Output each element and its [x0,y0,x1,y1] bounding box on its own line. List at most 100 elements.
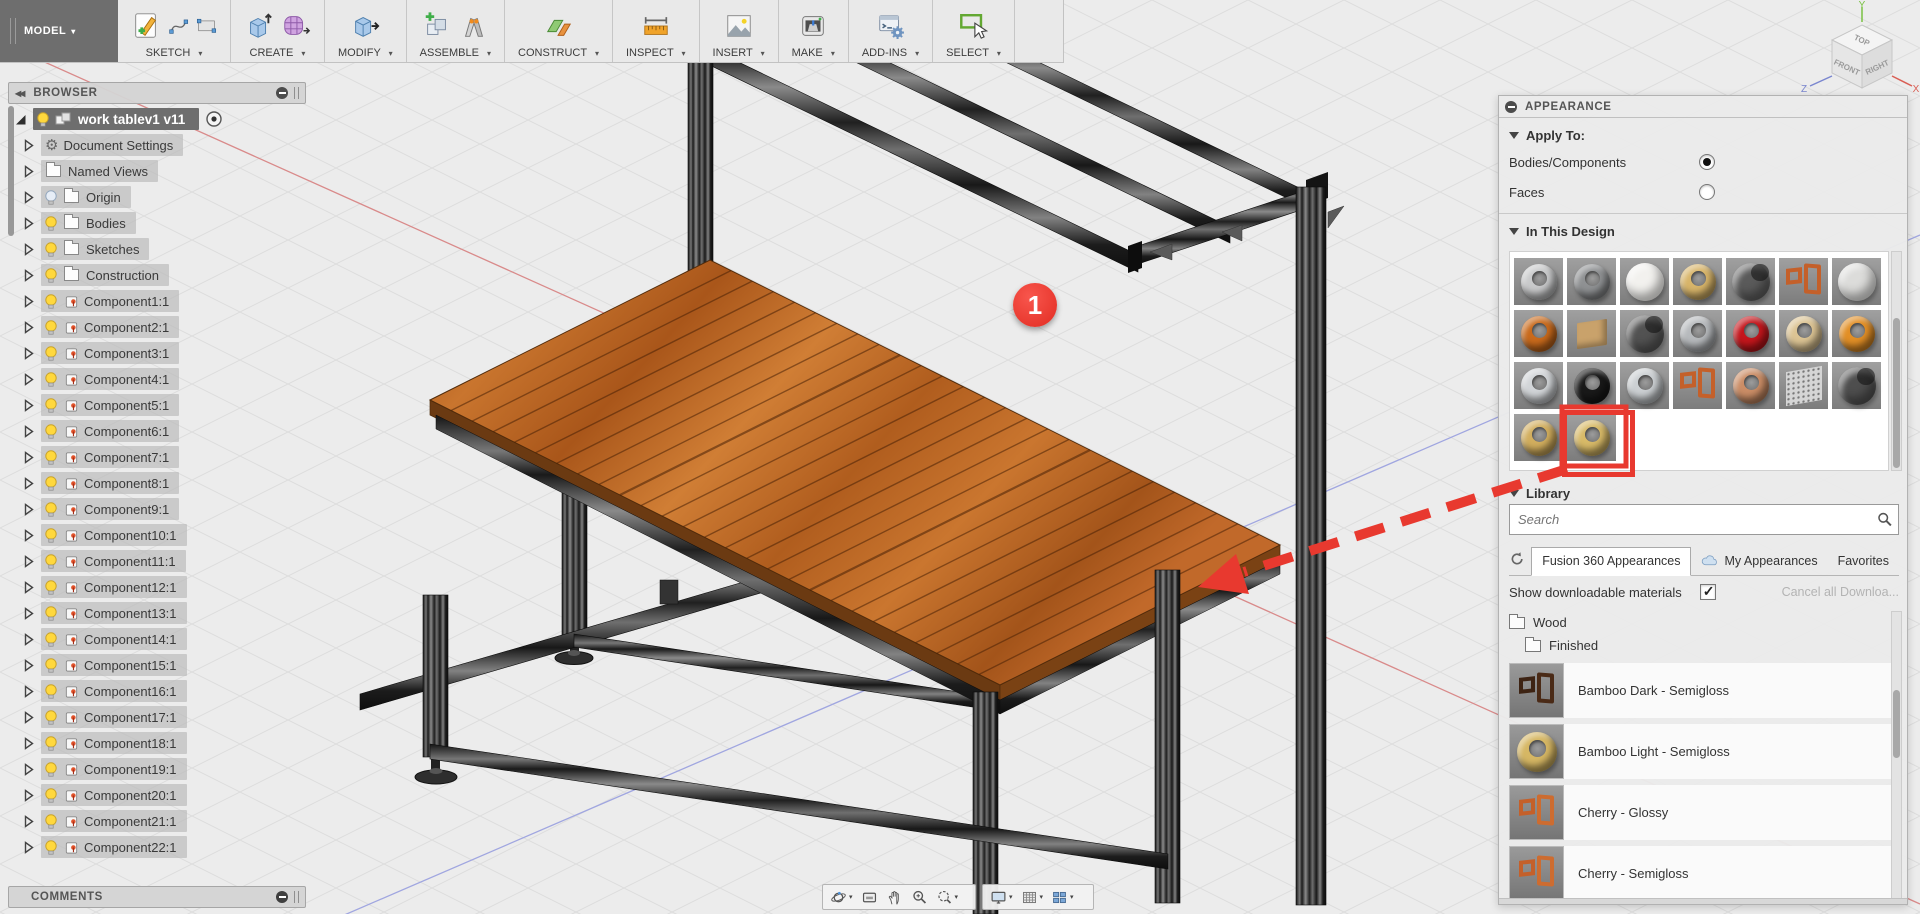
toolbar-menu-add-ins[interactable]: ADD-INS ▾ [862,47,919,59]
design-swatch[interactable] [1832,258,1881,305]
expander-closed-icon[interactable] [22,191,35,204]
browser-item-component7-1[interactable]: Component7:1 [8,444,306,470]
press-pull-icon[interactable] [350,11,380,41]
rectangle-icon[interactable] [196,15,217,36]
panel-drag-handle[interactable] [294,891,299,903]
browser-item-component2-1[interactable]: Component2:1 [8,314,306,340]
expander-closed-icon[interactable] [22,581,35,594]
browser-item-component4-1[interactable]: Component4:1 [8,366,306,392]
in-this-design-section-header[interactable]: In This Design [1499,214,1907,243]
new-component-icon[interactable] [422,11,452,41]
browser-scrollbar[interactable] [8,106,14,236]
toolbar-menu-inspect[interactable]: INSPECT ▾ [626,47,686,59]
browser-item-component19-1[interactable]: Component19:1 [8,756,306,782]
look-at-button[interactable] [858,886,881,908]
design-swatch[interactable] [1567,258,1616,305]
browser-item-component20-1[interactable]: Component20:1 [8,782,306,808]
browser-item-component16-1[interactable]: Component16:1 [8,678,306,704]
material-cherry-glossy[interactable]: Cherry - Glossy [1509,785,1899,840]
expander-closed-icon[interactable] [22,659,35,672]
browser-item-component5-1[interactable]: Component5:1 [8,392,306,418]
browser-item-component10-1[interactable]: Component10:1 [8,522,306,548]
design-swatch[interactable] [1514,414,1563,461]
expander-closed-icon[interactable] [22,789,35,802]
visibility-bulb-icon[interactable] [44,709,58,726]
material-bamboo-light-semigloss[interactable]: Bamboo Light - Semigloss [1509,724,1899,779]
orbit-button[interactable]: ▾ [827,886,856,908]
visibility-bulb-icon[interactable] [44,371,58,388]
grid-settings-button[interactable]: ▾ [1018,886,1047,908]
design-swatch[interactable] [1673,258,1722,305]
visibility-bulb-icon[interactable] [36,111,50,128]
expander-closed-icon[interactable] [22,451,35,464]
toolbar-menu-construct[interactable]: CONSTRUCT ▾ [518,47,599,59]
visibility-bulb-icon[interactable] [44,319,58,336]
expander-closed-icon[interactable] [22,607,35,620]
zoom-window-button[interactable]: ▾ [933,886,962,908]
expander-closed-icon[interactable] [22,217,35,230]
design-swatch[interactable] [1726,310,1775,357]
browser-item-component3-1[interactable]: Component3:1 [8,340,306,366]
design-swatch[interactable] [1620,362,1669,409]
expander-closed-icon[interactable] [22,711,35,724]
3d-print-icon[interactable] [798,11,828,41]
expander-closed-icon[interactable] [22,529,35,542]
visibility-bulb-icon[interactable] [44,423,58,440]
radio-button[interactable] [1699,184,1715,200]
expander-closed-icon[interactable] [22,425,35,438]
browser-item-component15-1[interactable]: Component15:1 [8,652,306,678]
browser-item-component6-1[interactable]: Component6:1 [8,418,306,444]
browser-item-document-settings[interactable]: ⚙Document Settings [8,132,306,158]
browser-item-component22-1[interactable]: Component22:1 [8,834,306,860]
browser-item-component8-1[interactable]: Component8:1 [8,470,306,496]
toolbar-menu-assemble[interactable]: ASSEMBLE ▾ [420,47,491,59]
expander-closed-icon[interactable] [22,477,35,490]
visibility-bulb-icon[interactable] [44,735,58,752]
material-bamboo-dark-semigloss[interactable]: Bamboo Dark - Semigloss [1509,663,1899,718]
visibility-bulb-icon[interactable] [44,215,58,232]
design-swatch[interactable] [1779,362,1828,409]
browser-item-component13-1[interactable]: Component13:1 [8,600,306,626]
toolbar-menu-select[interactable]: SELECT ▾ [946,47,1001,59]
design-swatch[interactable] [1779,310,1828,357]
expander-closed-icon[interactable] [22,269,35,282]
expander-closed-icon[interactable] [22,685,35,698]
toolbar-grip-icon[interactable] [10,18,16,44]
browser-item-component14-1[interactable]: Component14:1 [8,626,306,652]
design-swatch-selected[interactable] [1567,414,1616,461]
browser-item-component9-1[interactable]: Component9:1 [8,496,306,522]
radio-button[interactable] [1699,154,1715,170]
browser-item-component21-1[interactable]: Component21:1 [8,808,306,834]
expander-closed-icon[interactable] [22,503,35,516]
pan-button[interactable] [883,886,906,908]
joint-icon[interactable] [459,11,489,41]
toolbar-menu-modify[interactable]: MODIFY ▾ [338,47,393,59]
design-swatch[interactable] [1673,310,1722,357]
expander-closed-icon[interactable] [22,165,35,178]
search-input[interactable] [1509,504,1899,535]
design-swatch[interactable] [1567,310,1616,357]
select-icon[interactable] [958,11,988,41]
create-sketch-icon[interactable] [131,11,161,41]
expander-closed-icon[interactable] [22,139,35,152]
expander-closed-icon[interactable] [22,399,35,412]
visibility-bulb-icon[interactable] [44,683,58,700]
collapse-panel-icon[interactable]: ◀◀ [15,89,23,98]
toolbar-menu-make[interactable]: MAKE ▾ [792,47,835,59]
browser-item-named-views[interactable]: Named Views [8,158,306,184]
comments-header[interactable]: COMMENTS [8,886,306,908]
library-folder-finished[interactable]: Finished [1509,634,1899,657]
expander-closed-icon[interactable] [22,841,35,854]
visibility-bulb-icon[interactable] [44,267,58,284]
panel-resize-edge[interactable] [1499,898,1907,904]
visibility-bulb-icon[interactable] [44,345,58,362]
browser-item-component1-1[interactable]: Component1:1 [8,288,306,314]
extrude-icon[interactable] [244,11,274,41]
expander-open-icon[interactable] [14,113,27,126]
activate-component-radio[interactable] [205,110,223,128]
viewports-button[interactable]: ▾ [1048,886,1077,908]
swatch-scrollbar[interactable] [1891,251,1902,471]
design-swatch[interactable] [1726,362,1775,409]
design-swatch[interactable] [1567,362,1616,409]
display-settings-button[interactable]: ▾ [987,886,1016,908]
